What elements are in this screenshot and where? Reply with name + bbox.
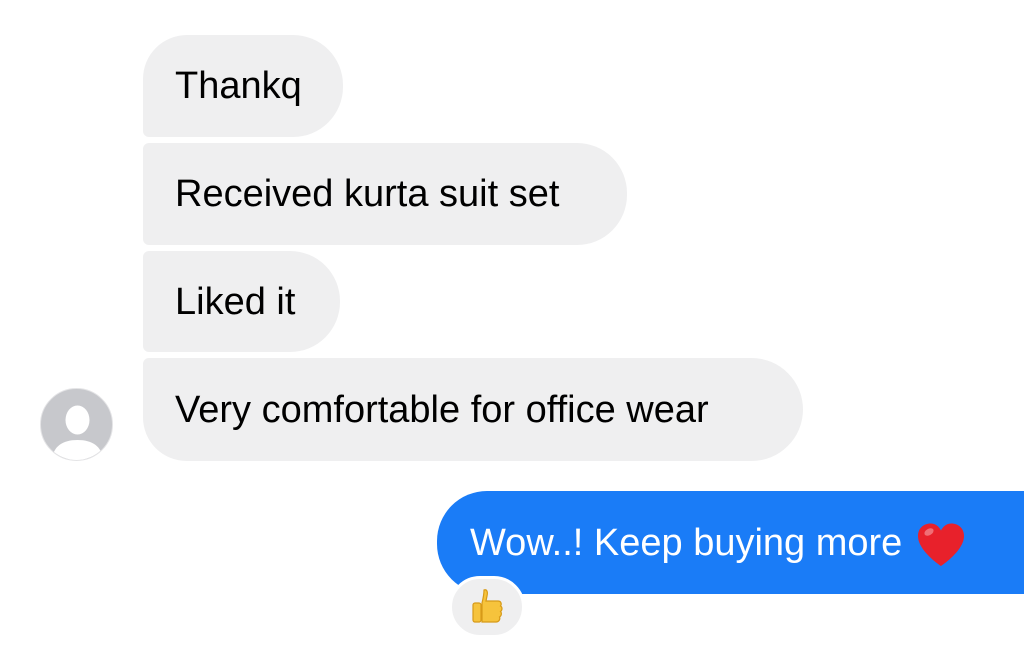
message-text: Wow..! Keep buying more: [470, 521, 903, 564]
incoming-message-bubble[interactable]: Received kurta suit set: [143, 143, 627, 245]
message-text: Received kurta suit set: [175, 173, 560, 215]
sender-avatar[interactable]: [40, 388, 113, 461]
person-silhouette-icon: [52, 405, 103, 460]
thumbs-up-icon: [472, 589, 503, 623]
message-text: Very comfortable for office wear: [175, 388, 709, 431]
incoming-message-bubble[interactable]: Thankq: [143, 35, 343, 137]
incoming-message-bubble[interactable]: Liked it: [143, 251, 340, 352]
message-text: Thankq: [175, 65, 302, 107]
outgoing-message-bubble[interactable]: Wow..! Keep buying more: [437, 491, 1024, 594]
incoming-message-bubble[interactable]: Very comfortable for office wear: [143, 358, 803, 461]
message-text: Liked it: [175, 280, 296, 323]
message-reaction[interactable]: [449, 576, 525, 638]
red-heart-icon: [916, 522, 966, 568]
